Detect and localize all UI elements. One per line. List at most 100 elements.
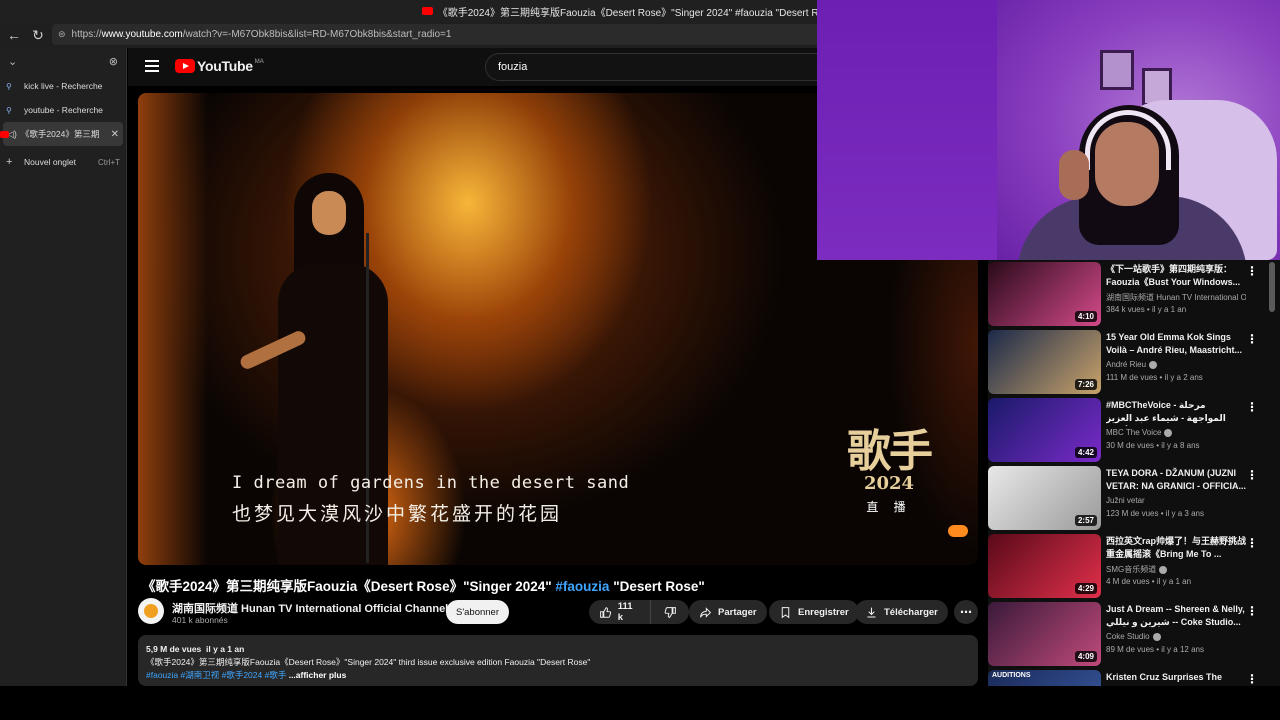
share-icon (700, 606, 712, 618)
more-options-icon[interactable]: ⋮ (1246, 332, 1258, 346)
thumbs-up-icon (600, 606, 612, 618)
youtube-logo[interactable]: YouTube MA (175, 58, 264, 74)
duration-badge: 4:09 (1074, 651, 1097, 662)
recommendation-age: il y a 2 ans (1164, 373, 1203, 382)
recommendation-channel[interactable]: 湖南国际频道 Hunan TV International O... (1106, 292, 1246, 303)
share-button[interactable]: Partager (689, 600, 767, 624)
close-icon[interactable]: ✕ (111, 129, 119, 140)
shortcut-hint: Ctrl+T (98, 157, 120, 167)
subscribe-button[interactable]: S'abonner (446, 600, 509, 624)
recommendation-item[interactable]: 2:57 TEYA DORA - DŽANUM (JUZNI VETAR: NA … (988, 466, 1273, 530)
vertical-tab-sidebar: ⌄ ⊗ ⚲ kick live - Recherche ⚲ youtube - … (0, 48, 127, 686)
youtube-icon (0, 130, 9, 138)
video-thumbnail[interactable]: AUDITIONS (988, 670, 1101, 686)
verified-badge-icon (1149, 360, 1158, 369)
recommendation-channel[interactable]: Južni vetar (1106, 496, 1246, 505)
recommendation-title[interactable]: 西拉英文rap帅爆了！与王赫野挑战重金属摇滚《Bring Me To ... (1106, 535, 1246, 561)
recommendation-title[interactable]: TEYA DORA - DŽANUM (JUZNI VETAR: NA GRAN… (1106, 467, 1246, 493)
channel-label: SMG音乐频道 (1106, 565, 1157, 574)
video-thumbnail[interactable]: 4:29 (988, 534, 1101, 598)
search-input[interactable]: fouzia (485, 53, 825, 81)
description-hashtags[interactable]: #faouzia #湖南卫视 #歌手2024 #歌手 (146, 670, 286, 680)
recommendation-title[interactable]: #MBCTheVoice - مرحلة المواجهة - شيماء عب… (1106, 399, 1246, 426)
description-meta: 5,9 M de vues il y a 1 an (146, 643, 970, 656)
tab-label: kick live - Recherche (24, 81, 103, 91)
recommendation-title[interactable]: Just A Dream -- Shereen & Nelly, شيرين و… (1106, 603, 1246, 629)
tab-youtube-search[interactable]: ⚲ youtube - Recherche (0, 98, 126, 122)
video-thumbnail[interactable]: 4:10 (988, 262, 1101, 326)
recommendation-channel[interactable]: Coke Studio (1106, 632, 1246, 641)
more-options-icon[interactable]: ⋮ (1246, 536, 1258, 550)
window-title: 《歌手2024》第三期纯享版Faouzia《Desert Rose》"Singe… (437, 7, 859, 19)
tab-kick-live[interactable]: ⚲ kick live - Recherche (0, 74, 126, 98)
recommendation-title[interactable]: 《下一站歌手》第四期纯享版：Faouzia《Bust Your Windows.… (1106, 263, 1246, 289)
more-options-icon[interactable]: ⋮ (1246, 468, 1258, 482)
like-dislike-group: 111 k (589, 600, 689, 624)
url-field[interactable]: ⊜ https://www.youtube.com/watch?v=-M67Ob… (52, 24, 822, 45)
more-actions-button[interactable]: ⋯ (954, 600, 978, 624)
dislike-button[interactable] (651, 600, 689, 624)
channel-avatar[interactable] (138, 598, 164, 624)
recommendations-scrollbar[interactable] (1269, 262, 1275, 312)
more-options-icon[interactable]: ⋮ (1246, 604, 1258, 618)
recommendation-channel[interactable]: André Rieu (1106, 360, 1246, 369)
logo-text: YouTube (197, 58, 253, 74)
menu-icon[interactable] (145, 60, 159, 72)
save-button[interactable]: Enregistrer (769, 600, 859, 624)
recommendation-age: il y a 1 an (1156, 577, 1192, 586)
more-options-icon[interactable]: ⋮ (1246, 672, 1258, 686)
reload-icon[interactable]: ↻ (26, 27, 50, 44)
recommendation-title[interactable]: 15 Year Old Emma Kok Sings Voilà – André… (1106, 331, 1246, 357)
recommendation-age: il y a 12 ans (1161, 645, 1204, 654)
recommendation-channel[interactable]: SMG音乐频道 (1106, 564, 1246, 575)
tab-new[interactable]: + Nouvel onglet Ctrl+T (0, 150, 126, 174)
recommendation-item[interactable]: 4:42 #MBCTheVoice - مرحلة المواجهة - شيما… (988, 398, 1273, 462)
title-hashtag-link[interactable]: #faouzia (555, 579, 609, 594)
recommendation-channel[interactable]: MBC The Voice (1106, 428, 1246, 437)
recommendation-item[interactable]: 4:10 《下一站歌手》第四期纯享版：Faouzia《Bust Your Wind… (988, 262, 1273, 326)
like-button[interactable]: 111 k (589, 600, 651, 624)
more-options-icon[interactable]: ⋮ (1246, 264, 1258, 278)
plus-icon: + (6, 156, 13, 168)
site-info-icon[interactable]: ⊜ (58, 29, 66, 40)
recommendation-views: 123 M de vues (1106, 509, 1159, 518)
video-thumbnail[interactable]: 2:57 (988, 466, 1101, 530)
show-logo: 歌手 2024 直 播 (834, 415, 944, 515)
subtitle-english: I dream of gardens in the desert sand (232, 473, 630, 493)
channel-label: André Rieu (1106, 360, 1147, 369)
more-options-icon[interactable]: ⋮ (1246, 400, 1258, 414)
duration-badge: 2:57 (1074, 515, 1097, 526)
url-host: www.youtube.com (101, 29, 183, 40)
recommendation-item[interactable]: 4:09 Just A Dream -- Shereen & Nelly, شير… (988, 602, 1273, 666)
live-label: 直 播 (866, 500, 912, 514)
save-label: Enregistrer (798, 606, 849, 618)
channel-label: MBC The Voice (1106, 428, 1162, 437)
search-icon: ⚲ (6, 105, 12, 115)
video-thumbnail[interactable]: 7:26 (988, 330, 1101, 394)
recommendation-meta: 89 M de vues • il y a 12 ans (1106, 645, 1204, 654)
channel-label: 湖南国际频道 Hunan TV International O... (1106, 293, 1246, 302)
tab-current-video[interactable]: ◁) 《歌手2024》第三期 ✕ (0, 122, 123, 146)
show-more-link[interactable]: ...afficher plus (289, 670, 347, 680)
unpin-sidebar-icon[interactable]: ⊗ (109, 55, 118, 68)
video-thumbnail[interactable]: 4:42 (988, 398, 1101, 462)
description-tags-row: #faouzia #湖南卫视 #歌手2024 #歌手 ...afficher p… (146, 669, 970, 682)
channel-name[interactable]: 湖南国际频道 Hunan TV International Official C… (172, 600, 448, 616)
chevron-down-icon[interactable]: ⌄ (8, 55, 17, 68)
recommendation-views: 384 k vues (1106, 305, 1145, 314)
video-title-main: 《歌手2024》第三期纯享版Faouzia《Desert Rose》"Singe… (142, 579, 556, 594)
recommendation-item[interactable]: 4:29 西拉英文rap帅爆了！与王赫野挑战重金属摇滚《Bring Me To .… (988, 534, 1273, 598)
recommendation-item[interactable]: 7:26 15 Year Old Emma Kok Sings Voilà – A… (988, 330, 1273, 394)
recommendation-age: il y a 8 ans (1161, 441, 1200, 450)
bottom-bar (0, 686, 1280, 720)
back-arrow-icon[interactable]: ← (2, 27, 26, 43)
recommendation-views: 4 M de vues (1106, 577, 1150, 586)
download-button[interactable]: Télécharger (855, 600, 948, 624)
video-title: 《歌手2024》第三期纯享版Faouzia《Desert Rose》"Singe… (142, 575, 705, 595)
recommendation-item[interactable]: AUDITIONS Kristen Cruz Surprises The ⋮ (988, 670, 1273, 686)
channel-label: Južni vetar (1106, 496, 1145, 505)
webcam-overlay (817, 0, 1280, 260)
description-box[interactable]: 5,9 M de vues il y a 1 an 《歌手2024》第三期纯享版… (138, 635, 978, 686)
video-thumbnail[interactable]: 4:09 (988, 602, 1101, 666)
recommendation-title[interactable]: Kristen Cruz Surprises The (1106, 671, 1246, 684)
